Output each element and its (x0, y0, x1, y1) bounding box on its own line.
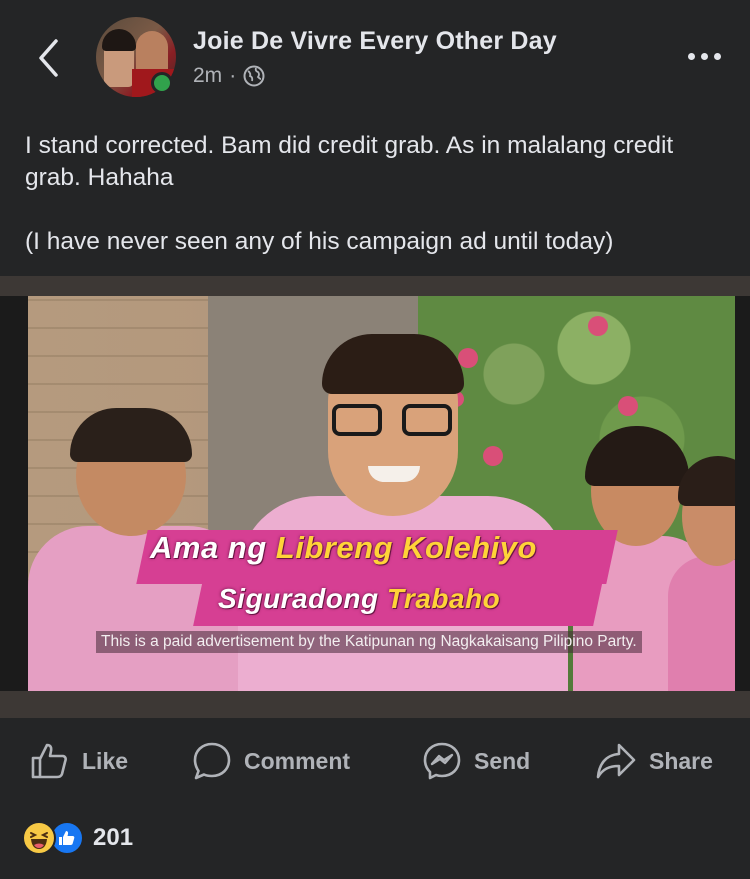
reactions-summary[interactable]: 201 (22, 820, 133, 856)
video-caption-line-2: Siguradong Trabaho (218, 583, 501, 614)
reaction-count: 201 (93, 824, 134, 851)
share-button[interactable]: Share (595, 741, 713, 781)
online-status-dot (151, 72, 173, 94)
messenger-icon (423, 742, 461, 780)
thumbs-up-icon (31, 743, 67, 779)
post-text-paragraph-2: (I have never seen any of his campaign a… (25, 228, 614, 255)
post-body: I stand corrected. Bam did credit grab. … (25, 130, 725, 258)
more-options-button[interactable] (680, 40, 728, 72)
video-frame[interactable]: Ama ng Libreng Kolehiyo Siguradong Traba… (28, 296, 735, 691)
globe-icon (243, 65, 265, 87)
like-button[interactable]: Like (30, 741, 128, 781)
author-name[interactable]: Joie De Vivre Every Other Day (193, 27, 557, 56)
post-text-paragraph-1: I stand corrected. Bam did credit grab. … (25, 132, 674, 191)
post-actions-bar: Like Comment Send Share (0, 727, 750, 793)
post-timestamp[interactable]: 2m (193, 64, 222, 88)
chevron-left-icon (39, 39, 58, 77)
share-arrow-icon (596, 743, 636, 779)
share-label: Share (649, 747, 713, 774)
post-meta: 2m · (193, 64, 265, 88)
haha-icon (22, 821, 56, 855)
post-header: Joie De Vivre Every Other Day 2m · (0, 0, 750, 105)
send-button[interactable]: Send (422, 741, 530, 781)
more-icon (687, 52, 695, 60)
comment-bubble-icon (193, 742, 231, 780)
comment-label: Comment (244, 747, 351, 774)
comment-button[interactable]: Comment (192, 741, 350, 781)
send-label: Send (474, 747, 531, 774)
post-media-video[interactable]: Ama ng Libreng Kolehiyo Siguradong Traba… (0, 276, 750, 718)
back-button[interactable] (28, 36, 68, 80)
meta-separator: · (229, 64, 237, 87)
ad-disclaimer: This is a paid advertisement by the Kati… (96, 631, 642, 653)
video-caption-line-1: Ama ng Libreng Kolehiyo (150, 530, 537, 565)
like-label: Like (82, 747, 129, 774)
